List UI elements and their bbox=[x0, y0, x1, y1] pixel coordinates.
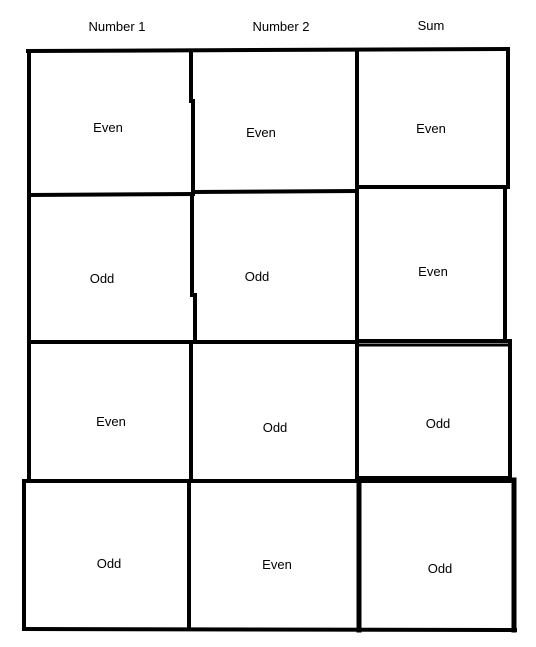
cell-r3-sum: Odd bbox=[426, 416, 451, 431]
header-number-2: Number 2 bbox=[252, 19, 309, 34]
grid-top-edge bbox=[25, 46, 511, 54]
grid-row-divider-1a bbox=[26, 191, 196, 198]
header-sum: Sum bbox=[418, 18, 445, 33]
cell-r1-number-1: Even bbox=[93, 120, 123, 135]
cell-r3-number-1: Even bbox=[96, 414, 126, 429]
cell-r3-number-2: Odd bbox=[263, 420, 288, 435]
parity-table-diagram: Number 1 Number 2 Sum Even Even Even Odd… bbox=[21, 18, 518, 633]
grid-bottom-edge bbox=[21, 626, 518, 633]
cell-r1-number-2: Even bbox=[246, 125, 276, 140]
header-number-1: Number 1 bbox=[88, 19, 145, 34]
cell-r2-sum: Even bbox=[418, 264, 448, 279]
cell-r1-sum: Even bbox=[416, 121, 446, 136]
grid-row-divider-1b bbox=[190, 188, 360, 195]
cell-r4-number-1: Odd bbox=[97, 556, 122, 571]
cell-r4-sum: Odd bbox=[428, 561, 453, 576]
cell-r2-number-1: Odd bbox=[90, 271, 115, 286]
cell-r2-number-2: Odd bbox=[245, 269, 270, 284]
cell-r4-number-2: Even bbox=[262, 557, 292, 572]
